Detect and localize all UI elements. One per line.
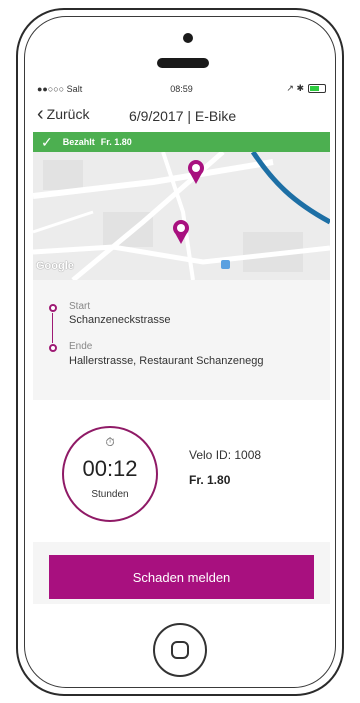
- earpiece-speaker: [157, 58, 209, 68]
- stopwatch-icon: ⏱: [105, 435, 115, 449]
- start-marker-icon: [49, 304, 57, 312]
- map-attribution: Google: [36, 260, 74, 272]
- ride-price: Fr. 1.80: [189, 473, 231, 487]
- front-camera: [183, 33, 193, 43]
- payment-amount: Fr. 1.80: [100, 137, 132, 147]
- start-value: Schanzeneckstrasse: [69, 314, 171, 326]
- end-value: Hallerstrasse, Restaurant Schanzenegg: [69, 355, 264, 367]
- ride-details: ⏱ 00:12 Stunden Velo ID: 1008 Fr. 1.80: [33, 402, 330, 542]
- back-button[interactable]: ‹ Zurück: [37, 103, 90, 125]
- duration-circle: ⏱ 00:12 Stunden: [62, 426, 158, 522]
- route-line: [52, 313, 53, 343]
- status-icons: ↗ ✱: [286, 83, 304, 93]
- velo-id: Velo ID: 1008: [189, 448, 262, 462]
- duration-value: 00:12: [82, 456, 138, 481]
- page-title: 6/9/2017 | E-Bike: [129, 108, 237, 124]
- route-section: Start Schanzeneckstrasse Ende Hallerstra…: [33, 280, 330, 400]
- battery-icon: [308, 84, 326, 93]
- checkmark-icon: ✓: [41, 133, 53, 150]
- app-screen: ●●○○○ Salt 08:59 ↗ ✱ ‹ Zurück 6/9/2017 |…: [33, 80, 330, 604]
- duration-unit: Stunden: [91, 489, 129, 500]
- status-bar: ●●○○○ Salt 08:59 ↗ ✱: [33, 80, 330, 98]
- payment-status-bar: ✓ Bezahlt Fr. 1.80: [33, 132, 330, 152]
- report-damage-button[interactable]: Schaden melden: [49, 555, 314, 599]
- chevron-left-icon: ‹: [37, 103, 44, 125]
- home-button[interactable]: [153, 623, 207, 677]
- end-label: Ende: [69, 341, 93, 352]
- action-area: Schaden melden: [33, 542, 330, 604]
- end-marker-icon: [49, 344, 57, 352]
- status-right: ↗ ✱: [286, 83, 326, 94]
- payment-status-label: Bezahlt: [62, 137, 95, 147]
- start-label: Start: [69, 301, 91, 312]
- home-square-icon: [171, 641, 189, 659]
- map-graphic: [33, 152, 330, 280]
- navigation-bar: ‹ Zurück 6/9/2017 | E-Bike: [33, 100, 330, 132]
- back-label: Zurück: [46, 106, 90, 122]
- route-map[interactable]: Google: [33, 152, 330, 280]
